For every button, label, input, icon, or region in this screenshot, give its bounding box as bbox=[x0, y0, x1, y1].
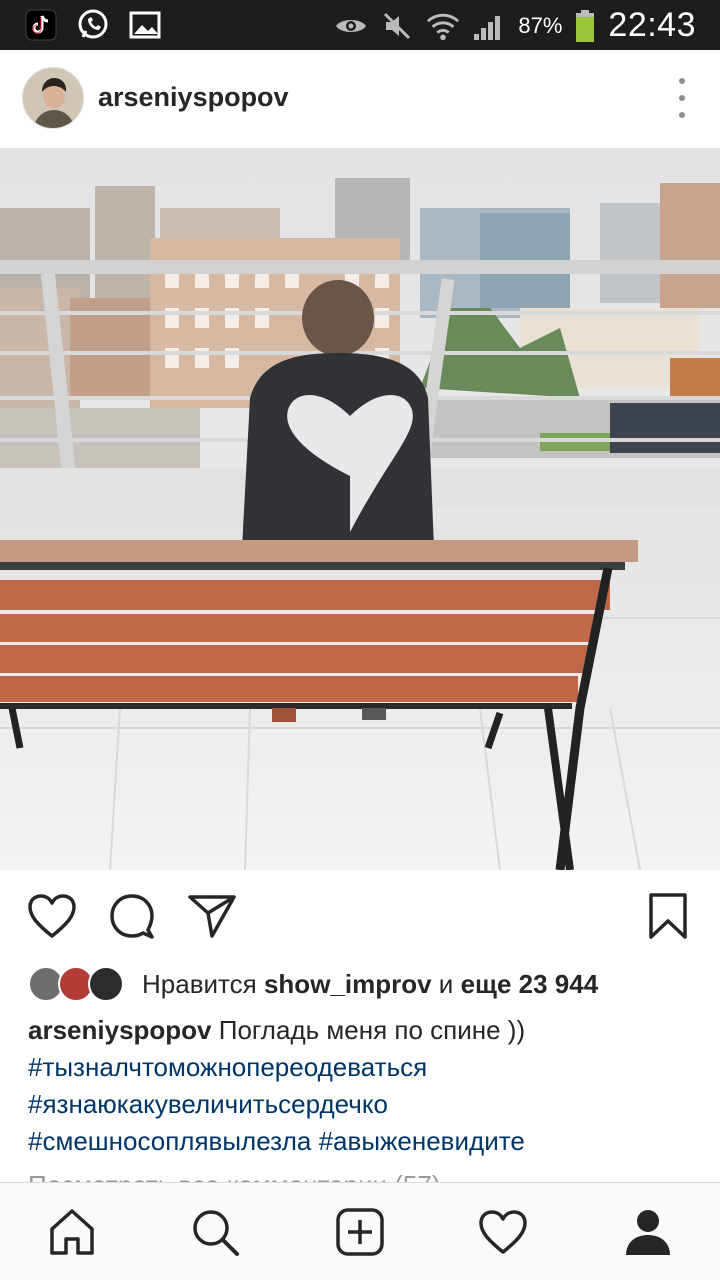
eye-icon bbox=[334, 9, 368, 43]
post-caption: arseniyspopov Погладь меня по спине )) #… bbox=[28, 1012, 698, 1160]
battery-percent: 87% bbox=[518, 12, 563, 38]
post-username[interactable]: arseniyspopov bbox=[98, 82, 289, 113]
dot-icon bbox=[679, 78, 685, 84]
likes-text: Нравится show_improv и еще 23 944 bbox=[142, 969, 598, 1000]
likes-connector: и bbox=[438, 968, 454, 999]
dot-icon bbox=[679, 112, 685, 118]
send-icon bbox=[188, 895, 236, 938]
hashtag-link[interactable]: #тызналчтоможнопереодеваться bbox=[28, 1049, 698, 1086]
like-button[interactable] bbox=[26, 890, 78, 942]
add-post-tab[interactable] bbox=[333, 1205, 387, 1259]
caption-username[interactable]: arseniyspopov bbox=[28, 1015, 212, 1045]
search-icon bbox=[193, 1210, 239, 1256]
liker-avatars bbox=[28, 964, 128, 1004]
more-options-button[interactable] bbox=[676, 78, 688, 118]
profile-tab[interactable] bbox=[621, 1205, 675, 1259]
mute-icon bbox=[380, 9, 414, 43]
battery-icon bbox=[574, 9, 596, 43]
home-tab[interactable] bbox=[45, 1205, 99, 1259]
likes-prefix: Нравится bbox=[142, 968, 257, 999]
save-button[interactable] bbox=[642, 890, 694, 942]
hashtag-link[interactable]: #язнаюкакувеличитьсердечко bbox=[28, 1086, 698, 1123]
activity-tab[interactable] bbox=[476, 1205, 530, 1259]
hashtag-link[interactable]: #смешносоплявылезла #авыженевидите bbox=[28, 1123, 698, 1160]
share-button[interactable] bbox=[186, 890, 238, 942]
liker-avatar bbox=[88, 966, 124, 1002]
comment-button[interactable] bbox=[106, 890, 158, 942]
heart-icon bbox=[479, 1210, 527, 1254]
dot-icon bbox=[679, 95, 685, 101]
post-header: arseniyspopov bbox=[0, 50, 720, 148]
post-actions bbox=[0, 870, 720, 960]
signal-icon bbox=[472, 9, 506, 43]
post-photo[interactable] bbox=[0, 148, 720, 870]
home-icon bbox=[50, 1209, 94, 1255]
likes-count[interactable]: еще 23 944 bbox=[461, 969, 599, 999]
tiktok-icon bbox=[24, 8, 58, 42]
whatsapp-icon bbox=[76, 8, 110, 42]
comment-icon bbox=[110, 894, 154, 939]
gallery-icon bbox=[128, 8, 162, 42]
clock: 22:43 bbox=[608, 6, 696, 44]
avatar[interactable] bbox=[22, 67, 84, 129]
liker-username[interactable]: show_improv bbox=[264, 969, 432, 999]
search-tab[interactable] bbox=[188, 1205, 242, 1259]
user-icon bbox=[626, 1210, 670, 1255]
caption-text: Погладь меня по спине )) bbox=[218, 1015, 526, 1045]
bottom-nav bbox=[0, 1182, 720, 1280]
plus-square-icon bbox=[336, 1208, 384, 1256]
heart-icon bbox=[28, 894, 76, 938]
likes-row[interactable]: Нравится show_improv и еще 23 944 bbox=[28, 962, 708, 1006]
bookmark-icon bbox=[649, 893, 687, 939]
status-bar: 87% 22:43 bbox=[0, 0, 720, 50]
wifi-icon bbox=[426, 9, 460, 43]
